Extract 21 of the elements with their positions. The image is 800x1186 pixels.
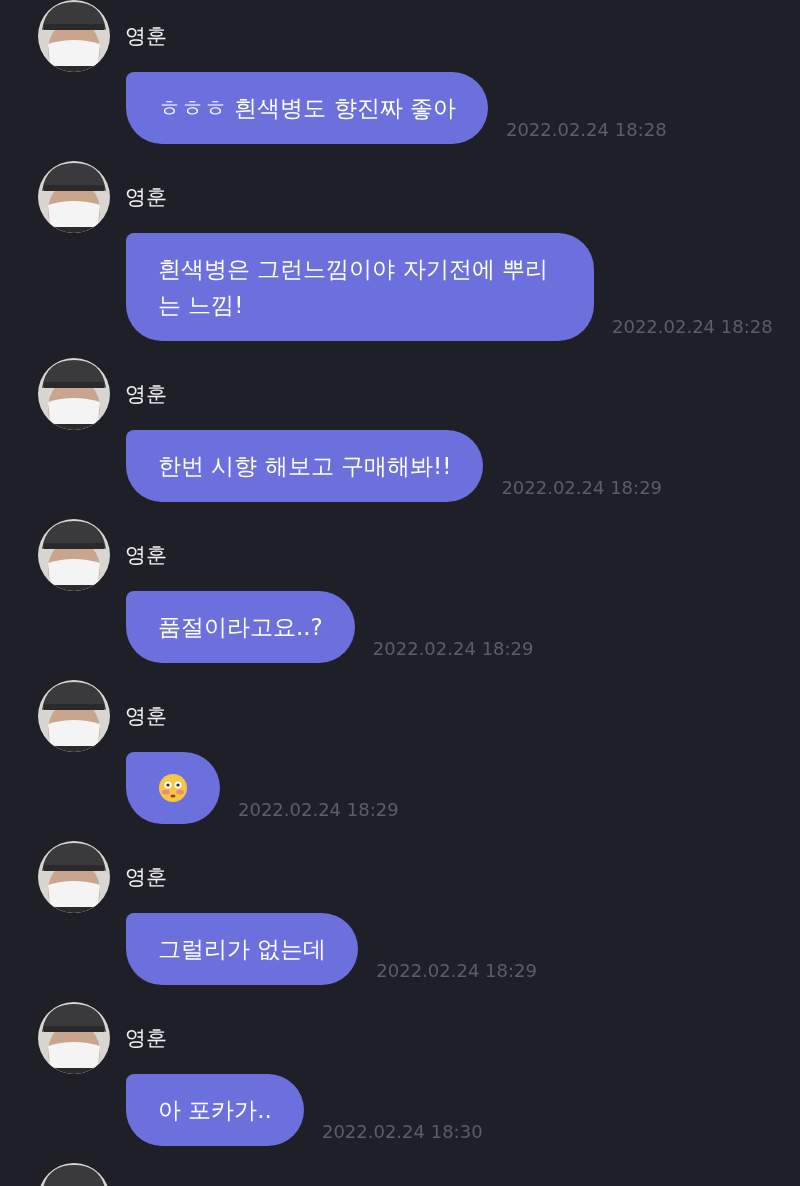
message-time: 2022.02.24 18:28 [612,316,773,339]
message-bubble: ㅎㅎㅎ 흰색병도 향진짜 좋아 [126,72,488,144]
message-bubble: 한번 시향 해보고 구매해봐!! [126,430,484,502]
sender-name: 영훈 [125,864,167,891]
sender-name: 영훈 [125,381,167,408]
message-time: 2022.02.24 18:30 [321,1121,483,1144]
flushed-face-icon [158,773,188,803]
sender-name: 영훈 [125,703,167,730]
message-time: 2022.02.24 18:29 [372,638,534,661]
sender-name: 영훈 [125,184,167,211]
message-bubble: 그럴리가 없는데 [126,913,359,985]
message-bubble: 흰색병은 그런느낌이야 자기전에 뿌리는 느낌! [126,233,594,341]
message-time: 2022.02.24 18:29 [376,960,537,983]
message-time: 2022.02.24 18:29 [238,799,399,822]
message-bubble: 아 포카가.. [126,1074,304,1146]
message-time: 2022.02.24 18:29 [501,477,663,500]
sender-name: 영훈 [125,1025,167,1052]
message-time: 2022.02.24 18:28 [505,119,667,142]
sender-name: 영훈 [125,542,167,569]
message-bubble: 품절이라고요..? [126,591,355,663]
sender-name: 영훈 [125,23,167,50]
